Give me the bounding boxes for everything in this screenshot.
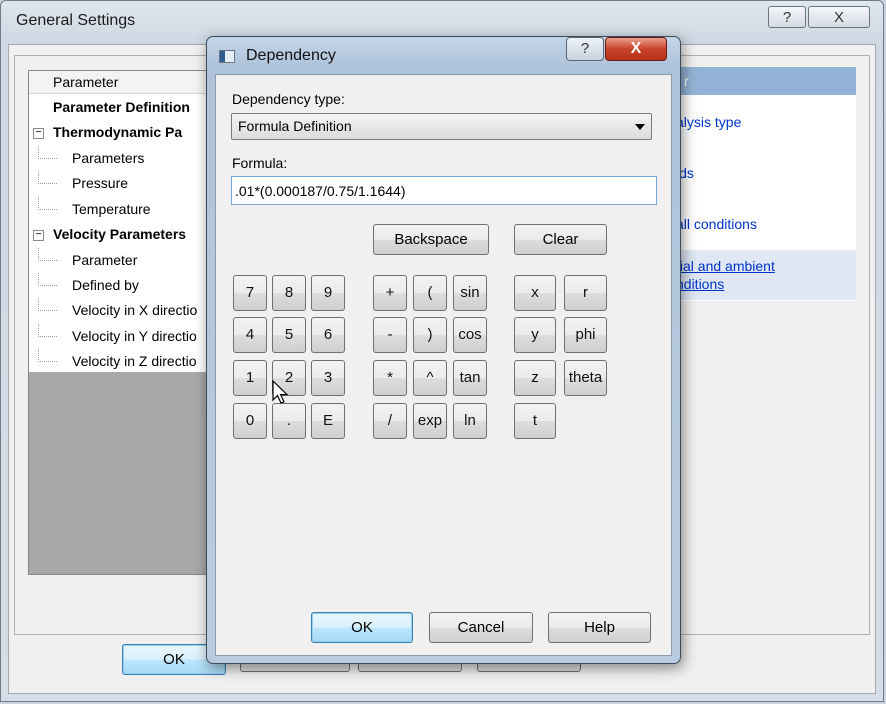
collapse-icon[interactable]: − <box>33 128 44 139</box>
key-4[interactable]: 4 <box>233 317 267 353</box>
key-minus[interactable]: - <box>373 317 407 353</box>
tree-item-defined-by[interactable]: Defined by <box>29 273 217 298</box>
tree-item-label: Thermodynamic Pa <box>53 124 183 140</box>
dependency-type-select[interactable]: Formula Definition <box>231 113 652 140</box>
navigator-link-initial-ambient-cont[interactable]: nditions <box>676 276 724 292</box>
tree-item-label: Velocity Parameters <box>53 226 187 242</box>
window-app-icon <box>219 50 235 63</box>
tree-connector <box>38 273 57 286</box>
key-x[interactable]: x <box>514 275 556 311</box>
dependency-dialog-title: Dependency <box>246 47 336 64</box>
key-exp[interactable]: exp <box>413 403 447 439</box>
tree-header-label: Parameter <box>53 74 119 90</box>
formula-label: Formula: <box>232 155 288 171</box>
key-7[interactable]: 7 <box>233 275 267 311</box>
key-r[interactable]: r <box>564 275 607 311</box>
general-settings-help-button[interactable]: ? <box>768 6 806 28</box>
dependency-type-label: Dependency type: <box>232 91 345 107</box>
key-divide[interactable]: / <box>373 403 407 439</box>
key-t[interactable]: t <box>514 403 556 439</box>
tree-item-parameter-definition[interactable]: Parameter Definition <box>29 95 217 120</box>
tree-connector <box>38 146 57 159</box>
dialog-help-button[interactable]: ? <box>566 37 604 61</box>
tree-item-temperature[interactable]: Temperature <box>29 197 217 222</box>
tree-item-parameters[interactable]: Parameters <box>29 146 217 171</box>
tree-connector <box>38 298 57 311</box>
tree-empty-area <box>29 372 217 574</box>
tree-connector <box>38 248 57 261</box>
key-multiply[interactable]: * <box>373 360 407 396</box>
mouse-pointer-icon <box>272 380 289 404</box>
key-8[interactable]: 8 <box>272 275 306 311</box>
tree-item-thermodynamic[interactable]: − Thermodynamic Pa <box>29 120 217 145</box>
navigator-link-initial-ambient[interactable]: tial and ambient <box>676 258 775 274</box>
tree-item-label: Parameter Definition <box>53 99 190 115</box>
dialog-close-button[interactable]: X <box>605 37 667 61</box>
tree-item-parameter[interactable]: Parameter <box>29 248 217 273</box>
tree-item-velocity-z[interactable]: Velocity in Z directio <box>29 349 217 374</box>
key-0[interactable]: 0 <box>233 403 267 439</box>
ok-button[interactable]: OK <box>311 612 413 643</box>
formula-input[interactable] <box>231 176 657 205</box>
tree-connector <box>38 349 57 362</box>
key-exponent[interactable]: E <box>311 403 345 439</box>
navigator-link-analysis-type[interactable]: alysis type <box>676 114 741 130</box>
navigator-header: r <box>660 67 856 95</box>
key-ln[interactable]: ln <box>453 403 487 439</box>
tree-item-velocity-x[interactable]: Velocity in X directio <box>29 298 217 323</box>
backspace-button[interactable]: Backspace <box>373 224 489 255</box>
help-button[interactable]: Help <box>548 612 651 643</box>
tree-item-velocity-parameters[interactable]: − Velocity Parameters <box>29 222 217 247</box>
tree-item-pressure[interactable]: Pressure <box>29 171 217 196</box>
collapse-icon[interactable]: − <box>33 230 44 241</box>
key-9[interactable]: 9 <box>311 275 345 311</box>
chevron-down-icon <box>635 124 645 130</box>
key-phi[interactable]: phi <box>564 317 607 353</box>
cancel-button[interactable]: Cancel <box>429 612 533 643</box>
tree-connector <box>38 324 57 337</box>
tree-item-velocity-y[interactable]: Velocity in Y directio <box>29 324 217 349</box>
key-tan[interactable]: tan <box>453 360 487 396</box>
key-3[interactable]: 3 <box>311 360 345 396</box>
key-plus[interactable]: + <box>373 275 407 311</box>
key-open-paren[interactable]: ( <box>413 275 447 311</box>
general-settings-close-button[interactable]: X <box>808 6 870 28</box>
key-theta[interactable]: theta <box>564 360 607 396</box>
key-cos[interactable]: cos <box>453 317 487 353</box>
navigator-link-wall-conditions[interactable]: all conditions <box>676 216 757 232</box>
key-y[interactable]: y <box>514 317 556 353</box>
general-settings-title: General Settings <box>16 12 136 29</box>
tree-connector <box>38 197 57 210</box>
key-sin[interactable]: sin <box>453 275 487 311</box>
key-close-paren[interactable]: ) <box>413 317 447 353</box>
dependency-type-value: Formula Definition <box>238 118 352 134</box>
tree-connector <box>38 171 57 184</box>
key-6[interactable]: 6 <box>311 317 345 353</box>
key-5[interactable]: 5 <box>272 317 306 353</box>
key-z[interactable]: z <box>514 360 556 396</box>
key-decimal-point[interactable]: . <box>272 403 306 439</box>
key-1[interactable]: 1 <box>233 360 267 396</box>
key-power[interactable]: ^ <box>413 360 447 396</box>
clear-button[interactable]: Clear <box>514 224 607 255</box>
tree-header: Parameter <box>29 71 217 94</box>
